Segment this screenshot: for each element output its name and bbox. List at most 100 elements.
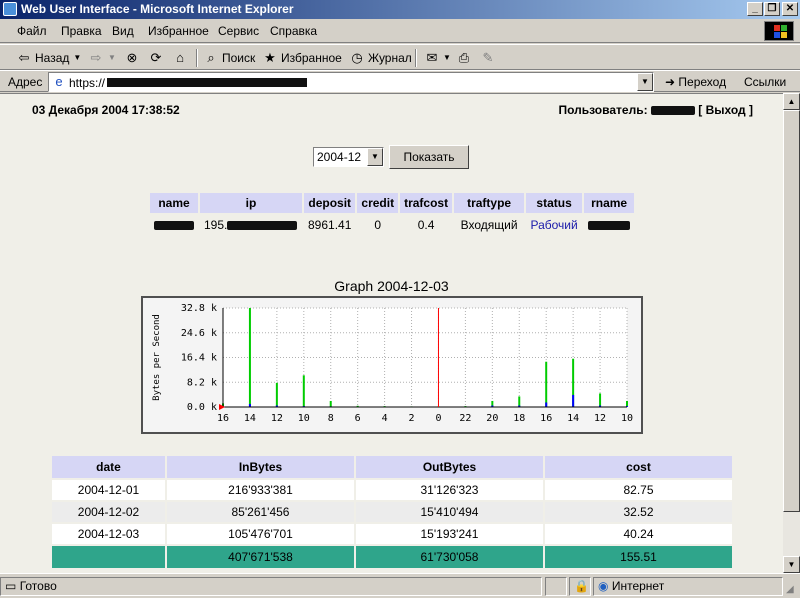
cell-credit: 0 <box>374 218 382 232</box>
ssl-lock-panel: 🔒 <box>569 577 591 596</box>
menu-favorites[interactable]: Избранное <box>148 24 209 38</box>
forward-button[interactable]: ⇨ ▼ <box>88 49 117 67</box>
favorites-button[interactable]: ★ Избранное <box>262 49 342 67</box>
status-panel <box>545 577 567 596</box>
history-button[interactable]: ◷ Журнал <box>349 49 411 67</box>
maximize-button[interactable]: ❐ <box>764 2 780 16</box>
menu-bar: Файл Правка Вид Избранное Сервис Справка <box>0 19 800 43</box>
cell-deposit: 8961.41 <box>308 218 352 232</box>
browser-window: Web User Interface - Microsoft Internet … <box>0 0 800 598</box>
windows-logo-icon <box>764 21 794 41</box>
user-label: Пользователь: <box>558 103 648 117</box>
header-name: name <box>150 193 198 213</box>
scroll-down-button[interactable]: ▼ <box>783 556 800 573</box>
traffic-graph-svg: 32.8 k24.6 k16.4 k8.2 k0.0 k16 14 12 10 8 6 4 2… <box>152 303 633 424</box>
ie-icon <box>3 2 17 16</box>
address-dropdown-icon[interactable]: ▼ <box>637 73 653 91</box>
x-tick-label: 10 <box>298 413 310 424</box>
back-dropdown-icon[interactable]: ▼ <box>72 50 82 66</box>
globe-icon: ◉ <box>598 579 609 593</box>
home-button[interactable]: ⌂ <box>172 49 188 67</box>
header-inbytes: InBytes <box>167 456 354 478</box>
search-button[interactable]: ⌕ Поиск <box>203 49 255 67</box>
mail-button[interactable]: ✉ ▼ <box>424 49 451 67</box>
x-tick-label: 14 <box>244 413 256 424</box>
redacted-rname <box>588 221 631 231</box>
x-tick-label: 20 <box>486 413 498 424</box>
cell-total-label <box>52 546 165 568</box>
y-tick-label: 16.4 k <box>181 353 217 364</box>
vertical-scrollbar[interactable]: ▲ ▼ <box>783 93 800 573</box>
toolbar: ⇦ Назад ▼ ⇨ ▼ ⊗ ⟳ ⌂ ⌕ Поиск ★ Избранное … <box>0 44 800 70</box>
cell-date: 2004-12-03 <box>52 524 165 544</box>
address-bar: Адрес e https:// ▼ ➜ Переход Ссылки <box>0 70 800 92</box>
cell-ip: 195. <box>200 215 302 235</box>
search-icon: ⌕ <box>207 50 215 65</box>
cell-outbytes: 31'126'323 <box>356 480 543 500</box>
cell-outbytes: 15'193'241 <box>356 524 543 544</box>
header-outbytes: OutBytes <box>356 456 543 478</box>
month-select[interactable]: 2004-12 ▼ <box>313 147 384 167</box>
refresh-button[interactable]: ⟳ <box>148 49 164 67</box>
favorites-icon: ★ <box>264 50 276 65</box>
address-url: https:// <box>69 76 106 90</box>
cell-total-outbytes: 61'730'058 <box>356 546 543 568</box>
menu-edit[interactable]: Правка <box>61 24 102 38</box>
page-content: 03 Декабря 2004 17:38:52 Пользователь: [… <box>0 93 783 573</box>
x-tick-label: 12 <box>271 413 283 424</box>
ip-prefix: 195. <box>204 218 228 232</box>
scroll-thumb[interactable] <box>783 110 800 512</box>
links-button[interactable]: Ссылки <box>744 75 786 89</box>
stop-icon: ⊗ <box>126 50 138 65</box>
x-tick-label: 14 <box>567 413 579 424</box>
window-title: Web User Interface - Microsoft Internet … <box>21 2 294 16</box>
cell-date: 2004-12-01 <box>52 480 165 500</box>
user-table-row: 195. 8961.41 0 0.4 Входящий Рабочий <box>150 215 634 235</box>
scroll-up-button[interactable]: ▲ <box>783 93 800 110</box>
status-text-panel: ▭ Готово <box>0 577 542 596</box>
x-tick-label: 6 <box>355 413 361 424</box>
mail-dropdown-icon: ▼ <box>443 53 451 62</box>
back-button[interactable]: ⇦ Назад ▼ <box>16 49 82 67</box>
menu-view[interactable]: Вид <box>112 24 134 38</box>
print-button[interactable]: ⎙ <box>456 49 472 67</box>
menu-tools[interactable]: Сервис <box>218 24 259 38</box>
go-label: Переход <box>678 75 727 89</box>
minimize-button[interactable]: _ <box>747 2 763 16</box>
edit-button[interactable]: ✎ <box>480 49 496 67</box>
show-button[interactable]: Показать <box>389 145 469 169</box>
address-input[interactable]: e https:// ▼ <box>48 72 654 92</box>
lock-icon: 🔒 <box>574 579 589 593</box>
x-tick-label: 12 <box>594 413 606 424</box>
x-tick-label: 2 <box>409 413 415 424</box>
redacted-ip <box>227 221 298 231</box>
x-tick-label: 18 <box>513 413 525 424</box>
user-info: Пользователь: [ Выход ] <box>558 103 753 117</box>
history-icon: ◷ <box>351 50 363 65</box>
home-icon: ⌂ <box>176 50 184 65</box>
cell-outbytes: 15'410'494 <box>356 502 543 522</box>
edit-icon: ✎ <box>482 50 494 65</box>
y-tick-label: 0.0 k <box>187 402 217 413</box>
close-button[interactable]: ✕ <box>782 2 798 16</box>
menu-help[interactable]: Справка <box>270 24 317 38</box>
chevron-down-icon[interactable]: ▼ <box>367 148 383 166</box>
address-label: Адрес <box>8 75 43 89</box>
toolbar-separator <box>415 49 417 67</box>
stats-header: date InBytes OutBytes cost <box>52 456 732 478</box>
go-button[interactable]: ➜ Переход <box>665 75 726 89</box>
stop-button[interactable]: ⊗ <box>124 49 140 67</box>
cell-rname <box>584 215 634 235</box>
x-tick-label: 4 <box>382 413 388 424</box>
zone-panel: ◉ Интернет <box>593 577 783 596</box>
forward-dropdown-icon[interactable]: ▼ <box>107 50 117 66</box>
resize-grip-icon[interactable]: ◢ <box>786 584 794 595</box>
cell-status: Рабочий <box>530 218 578 232</box>
stats-row: 2004-12-02 85'261'456 15'410'494 32.52 <box>52 502 732 522</box>
logout-link[interactable]: [ Выход ] <box>698 103 753 117</box>
stats-table: date InBytes OutBytes cost 2004-12-01 21… <box>50 454 734 570</box>
x-tick-label: 8 <box>328 413 334 424</box>
favorites-label: Избранное <box>281 51 342 65</box>
cell-total-cost: 155.51 <box>545 546 732 568</box>
menu-file[interactable]: Файл <box>17 24 47 38</box>
